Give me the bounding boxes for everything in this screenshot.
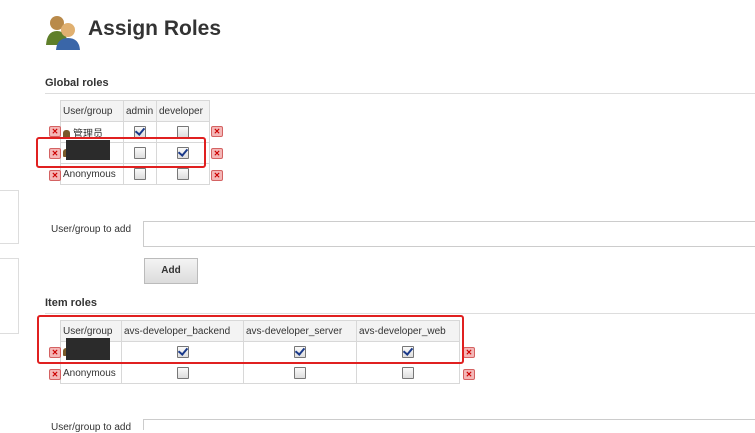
delete-icon[interactable]: ✕ — [211, 170, 223, 181]
delete-icon[interactable]: ✕ — [49, 170, 61, 181]
delete-icon[interactable]: ✕ — [49, 369, 61, 380]
role-checkbox[interactable] — [134, 168, 146, 180]
add-user-label: User/group to add — [51, 224, 132, 235]
item-roles-heading: Item roles — [45, 297, 97, 309]
divider — [45, 93, 755, 94]
delete-icon[interactable]: ✕ — [463, 347, 475, 358]
sidebar-panel — [0, 190, 19, 244]
divider — [45, 313, 755, 314]
add-user-input[interactable] — [143, 221, 755, 247]
role-checkbox[interactable] — [402, 367, 414, 379]
column-header: admin — [123, 100, 157, 122]
delete-icon[interactable]: ✕ — [49, 126, 61, 137]
global-roles-heading: Global roles — [45, 77, 109, 89]
delete-icon[interactable]: ✕ — [211, 148, 223, 159]
role-checkbox[interactable] — [177, 168, 189, 180]
users-icon — [43, 13, 83, 51]
user-name: Anonymous — [63, 168, 116, 180]
role-checkbox[interactable] — [294, 367, 306, 379]
user-name: Anonymous — [63, 367, 116, 379]
highlight-box — [37, 315, 464, 364]
add-user-input[interactable] — [143, 419, 755, 430]
highlight-box — [36, 137, 206, 168]
column-header: User/group — [60, 100, 124, 122]
delete-icon[interactable]: ✕ — [463, 369, 475, 380]
column-header: developer — [156, 100, 210, 122]
page-title: Assign Roles — [88, 17, 222, 40]
add-user-label: User/group to add — [51, 422, 132, 433]
sidebar-panel — [0, 258, 19, 334]
delete-icon[interactable]: ✕ — [211, 126, 223, 137]
table-row: Anonymous — [60, 362, 460, 384]
add-button[interactable]: Add — [144, 258, 198, 284]
role-checkbox[interactable] — [176, 367, 189, 379]
